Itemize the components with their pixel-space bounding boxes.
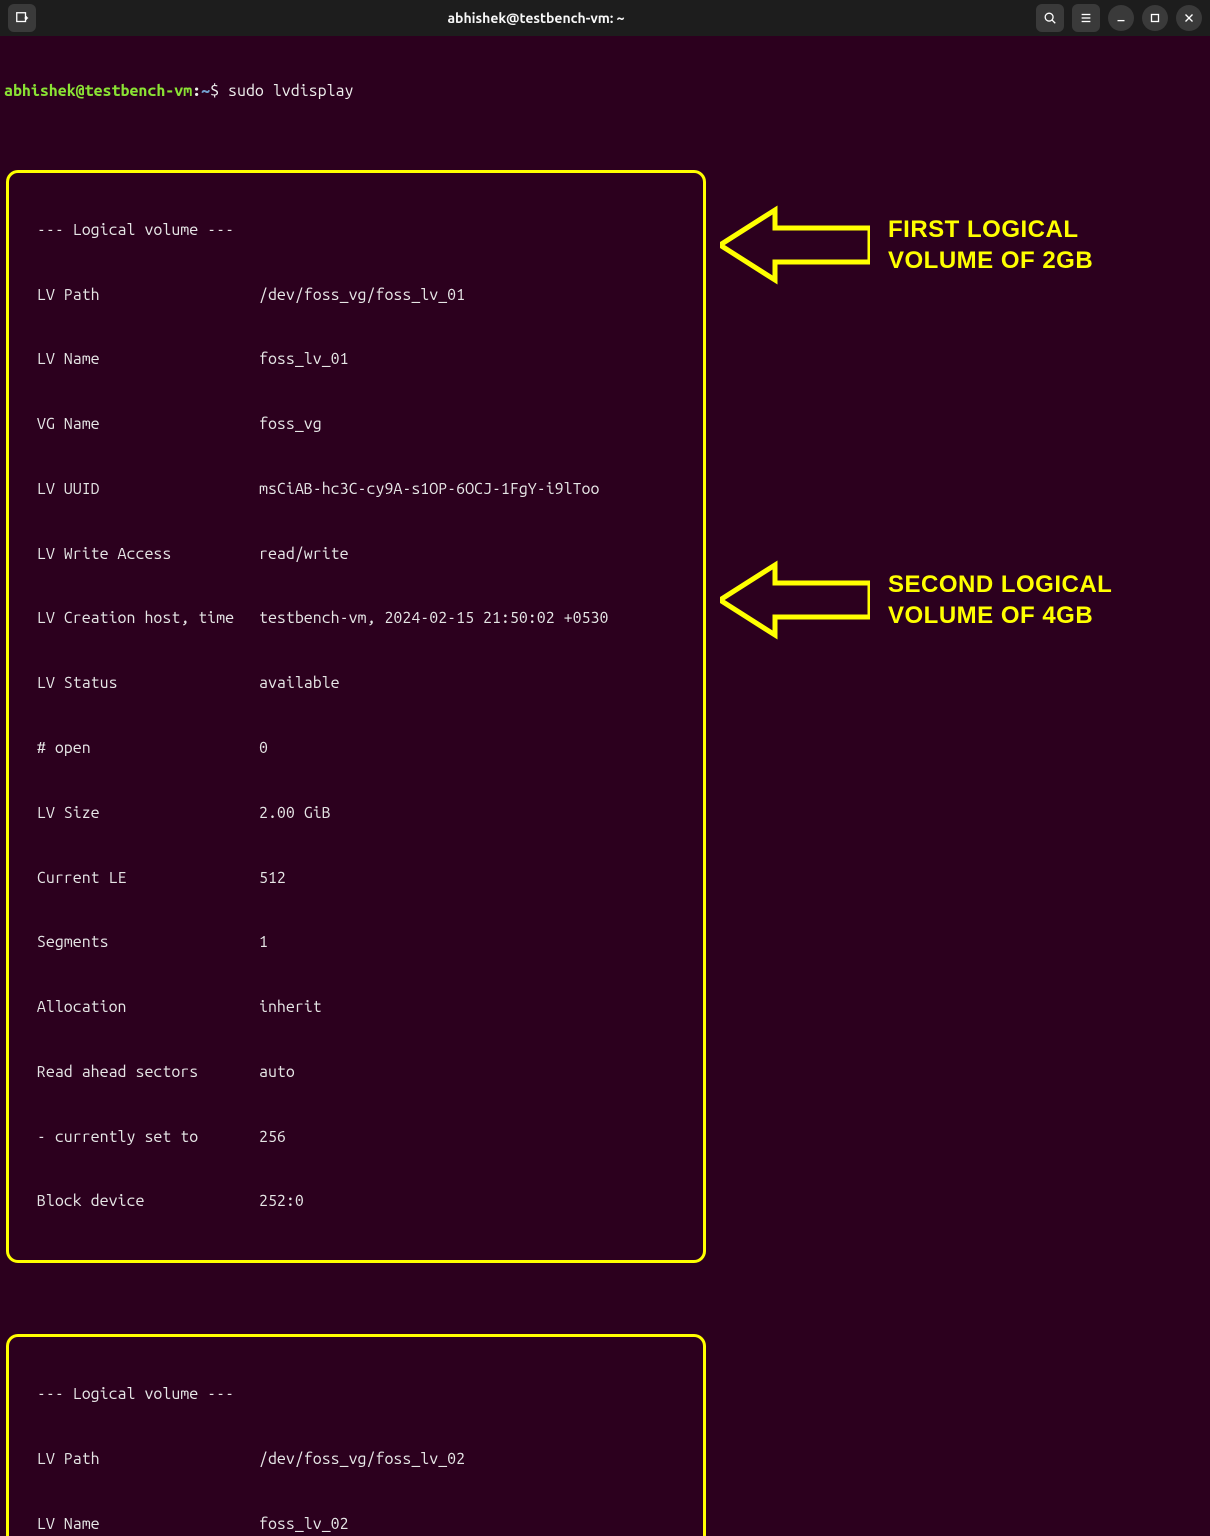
annotation-text: FIRST LOGICAL VOLUME OF 2GB: [888, 214, 1093, 276]
table-row: Read ahead sectorsauto: [19, 1062, 697, 1084]
table-row: Block device252:0: [19, 1191, 697, 1213]
new-tab-icon: [15, 11, 29, 25]
table-row: LV Namefoss_lv_01: [19, 349, 697, 371]
table-row: LV Statusavailable: [19, 673, 697, 695]
hamburger-icon: [1079, 11, 1093, 25]
table-row: LV Size2.00 GiB: [19, 803, 697, 825]
table-row: # open0: [19, 738, 697, 760]
prompt-path: ~: [201, 82, 210, 100]
maximize-icon: [1148, 11, 1162, 25]
menu-button[interactable]: [1072, 4, 1100, 32]
prompt-dollar: $: [210, 82, 228, 100]
table-row: LV Creation host, timetestbench-vm, 2024…: [19, 608, 697, 630]
minimize-icon: [1114, 11, 1128, 25]
minimize-button[interactable]: [1108, 5, 1134, 31]
prompt-user-host: abhishek@testbench-vm: [4, 82, 192, 100]
arrow-left-icon: [720, 200, 870, 290]
table-row: LV Write Accessread/write: [19, 544, 697, 566]
lv-header: --- Logical volume ---: [19, 1384, 697, 1406]
lv-block-1: --- Logical volume --- LV Path/dev/foss_…: [6, 170, 706, 1264]
table-row: VG Namefoss_vg: [19, 414, 697, 436]
annotation-2: SECOND LOGICAL VOLUME OF 4GB: [720, 555, 1112, 645]
table-row: - currently set to256: [19, 1127, 697, 1149]
table-row: LV Path/dev/foss_vg/foss_lv_02: [19, 1449, 697, 1471]
prompt-line: abhishek@testbench-vm:~$ sudo lvdisplay: [4, 81, 1206, 103]
table-row: LV UUIDmsCiAB-hc3C-cy9A-s1OP-6OCJ-1FgY-i…: [19, 479, 697, 501]
prompt-separator: :: [192, 82, 201, 100]
arrow-left-icon: [720, 555, 870, 645]
table-row: LV Namefoss_lv_02: [19, 1514, 697, 1536]
table-row: LV Path/dev/foss_vg/foss_lv_01: [19, 285, 697, 307]
annotation-1: FIRST LOGICAL VOLUME OF 2GB: [720, 200, 1093, 290]
new-tab-button[interactable]: [8, 4, 36, 32]
search-icon: [1043, 11, 1057, 25]
command-text: sudo lvdisplay: [228, 82, 353, 100]
maximize-button[interactable]: [1142, 5, 1168, 31]
window-titlebar: abhishek@testbench-vm: ~: [0, 0, 1210, 36]
annotation-text: SECOND LOGICAL VOLUME OF 4GB: [888, 569, 1112, 631]
table-row: Segments1: [19, 932, 697, 954]
lv-block-2: --- Logical volume --- LV Path/dev/foss_…: [6, 1334, 706, 1536]
table-row: Current LE512: [19, 868, 697, 890]
search-button[interactable]: [1036, 4, 1064, 32]
close-button[interactable]: [1176, 5, 1202, 31]
close-icon: [1182, 11, 1196, 25]
lv-header: --- Logical volume ---: [19, 220, 697, 242]
table-row: Allocationinherit: [19, 997, 697, 1019]
window-title: abhishek@testbench-vm: ~: [447, 10, 624, 26]
